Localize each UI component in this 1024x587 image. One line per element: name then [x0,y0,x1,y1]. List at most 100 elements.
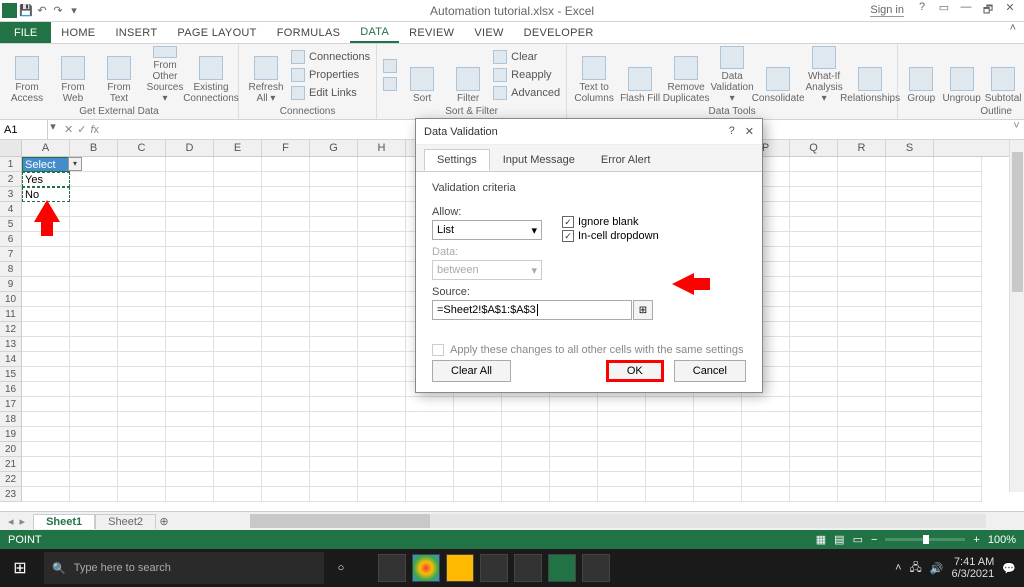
cell[interactable] [598,427,646,442]
cell[interactable] [790,292,838,307]
tab-file[interactable]: FILE [0,22,51,43]
cell[interactable] [934,487,982,502]
cell[interactable] [262,262,310,277]
cell[interactable] [790,187,838,202]
cell[interactable] [262,277,310,292]
cell[interactable] [310,397,358,412]
cell[interactable] [262,202,310,217]
cell[interactable] [358,307,406,322]
cell[interactable] [310,232,358,247]
cell[interactable] [742,397,790,412]
sort-az-button[interactable] [383,58,397,75]
qat-redo-icon[interactable]: ↷ [51,4,65,18]
cell[interactable] [742,442,790,457]
cell[interactable] [214,277,262,292]
cell[interactable] [262,457,310,472]
tray-chevron-icon[interactable]: ˄ [895,562,901,574]
row-header[interactable]: 22 [0,472,22,487]
cell[interactable] [118,187,166,202]
cell[interactable] [22,307,70,322]
cell[interactable] [70,352,118,367]
cell[interactable] [214,427,262,442]
cell[interactable] [934,292,982,307]
cell[interactable] [166,277,214,292]
cell[interactable] [310,367,358,382]
cell[interactable] [166,307,214,322]
cell[interactable] [790,337,838,352]
help-icon[interactable]: ? [912,1,932,20]
cell[interactable] [70,382,118,397]
cell[interactable] [742,457,790,472]
cell[interactable] [310,487,358,502]
properties-button[interactable]: Properties [291,67,370,84]
cell[interactable] [934,232,982,247]
cell[interactable] [22,262,70,277]
cell[interactable] [22,292,70,307]
cell[interactable] [646,457,694,472]
col-header[interactable]: D [166,140,214,156]
cell[interactable] [166,337,214,352]
cell[interactable] [502,442,550,457]
row-header[interactable]: 21 [0,457,22,472]
cell[interactable] [790,202,838,217]
cell[interactable] [550,457,598,472]
cell[interactable] [646,487,694,502]
row-header[interactable]: 17 [0,397,22,412]
dropdown-arrow-icon[interactable]: ▾ [68,157,82,171]
cell[interactable] [454,397,502,412]
cell[interactable] [838,217,886,232]
tab-page-layout[interactable]: PAGE LAYOUT [167,22,266,43]
zoom-out-icon[interactable]: − [871,534,877,546]
cell[interactable] [934,262,982,277]
cell[interactable] [214,157,262,172]
cell[interactable] [70,277,118,292]
cell[interactable] [886,442,934,457]
cell[interactable]: Yes [22,172,70,187]
expand-formula-bar-icon[interactable]: ˅ [1009,120,1024,139]
cell[interactable] [790,172,838,187]
cell[interactable] [310,337,358,352]
cell[interactable] [214,322,262,337]
cell[interactable] [934,457,982,472]
cell[interactable] [22,427,70,442]
cell[interactable] [310,172,358,187]
cell[interactable] [214,217,262,232]
cell[interactable] [886,277,934,292]
cell[interactable] [550,472,598,487]
tab-settings[interactable]: Settings [424,149,490,171]
cell[interactable] [934,202,982,217]
cell[interactable] [934,157,982,172]
row-header[interactable]: 4 [0,202,22,217]
row-header[interactable]: 10 [0,292,22,307]
cell[interactable] [790,367,838,382]
cell[interactable] [598,412,646,427]
cell[interactable] [646,472,694,487]
cell[interactable] [166,487,214,502]
cell[interactable] [262,472,310,487]
row-header[interactable]: 6 [0,232,22,247]
cell[interactable] [358,367,406,382]
cell[interactable] [358,412,406,427]
cell[interactable] [358,232,406,247]
cell[interactable] [934,382,982,397]
app-icon[interactable] [582,554,610,582]
cell[interactable] [790,157,838,172]
cell[interactable] [934,442,982,457]
cell[interactable] [214,472,262,487]
col-header[interactable]: F [262,140,310,156]
cell[interactable] [22,487,70,502]
cell[interactable] [214,412,262,427]
cell[interactable] [838,412,886,427]
view-normal-icon[interactable]: ▦ [816,533,826,546]
cell[interactable] [118,457,166,472]
cell[interactable] [358,337,406,352]
cell[interactable] [22,277,70,292]
cell[interactable] [838,262,886,277]
tray-volume-icon[interactable]: 🔊 [930,562,944,575]
cell[interactable] [790,322,838,337]
cell[interactable] [502,457,550,472]
horizontal-scrollbar[interactable] [232,514,1004,528]
cell[interactable] [22,322,70,337]
cell[interactable] [358,292,406,307]
cell[interactable] [118,217,166,232]
